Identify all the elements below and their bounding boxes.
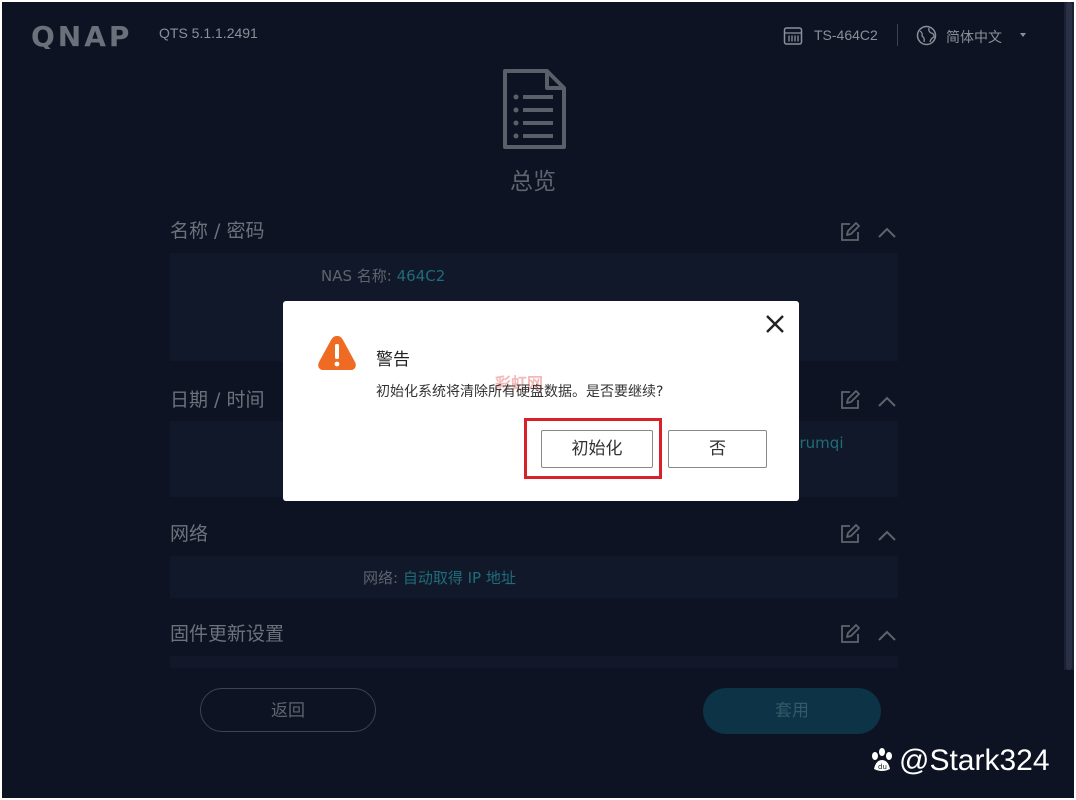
chevron-down-icon[interactable] [1020,33,1026,37]
edit-icon[interactable] [839,389,861,411]
close-icon[interactable] [764,313,786,335]
edit-icon[interactable] [839,623,861,645]
network-value: 自动取得 IP 地址 [402,569,516,587]
watermark-text: @Stark324 [899,744,1050,777]
section-title-network: 网络 [170,523,209,545]
chevron-up-icon[interactable] [877,394,897,408]
nas-name-field: NAS 名称: 464C2 [321,265,445,286]
globe-icon[interactable] [916,25,937,46]
header-divider [897,24,898,46]
section-title-firmware-update: 固件更新设置 [170,623,285,645]
warning-icon [318,336,356,370]
language-selector[interactable]: 简体中文 [946,27,1002,47]
network-field: 网络: 自动取得 IP 地址 [363,567,516,588]
cancel-button[interactable]: 否 [668,430,767,468]
chevron-up-icon[interactable] [877,528,897,542]
back-button[interactable]: 返回 [200,688,376,732]
device-model: TS-464C2 [814,27,878,43]
section-panel-network: 网络: 自动取得 IP 地址 [170,556,898,598]
section-title-date-time: 日期 / 时间 [170,389,265,411]
dialog-title: 警告 [376,350,410,370]
warning-dialog: 警告 彩虹网 初始化系统将清除所有硬盘数据。是否要继续? 初始化 否 [283,301,799,501]
nas-name-label: NAS 名称: [321,267,392,285]
page-title: 总览 [510,169,556,195]
section-panel-firmware-update [170,656,898,668]
section-title-name-password: 名称 / 密码 [170,220,265,242]
chevron-up-icon[interactable] [877,225,897,239]
qnap-logo: QNAP [31,23,132,49]
apply-button[interactable]: 套用 [703,688,881,734]
initialize-button[interactable]: 初始化 [541,430,653,468]
top-bar: QNAP QTS 5.1.1.2491 TS-464C2 简体中文 [2,2,1074,66]
watermark: du @Stark324 [868,744,1050,778]
nas-name-value: 464C2 [396,267,446,285]
chevron-up-icon[interactable] [877,628,897,642]
firmware-version: QTS 5.1.1.2491 [159,25,258,41]
scrollbar[interactable] [1064,2,1074,670]
app-window: QNAP QTS 5.1.1.2491 TS-464C2 简体中文 总览 名称 … [2,2,1074,798]
svg-text:du: du [878,763,887,771]
document-icon [503,69,566,149]
nas-device-icon [783,27,803,45]
dialog-message: 初始化系统将清除所有硬盘数据。是否要继续? [376,384,664,400]
edit-icon[interactable] [839,523,861,545]
network-label: 网络: [363,569,399,587]
edit-icon[interactable] [839,221,861,243]
scrollbar-thumb[interactable] [1066,2,1072,670]
paw-icon: du [872,748,892,771]
svg-text:QNAP: QNAP [31,23,132,49]
